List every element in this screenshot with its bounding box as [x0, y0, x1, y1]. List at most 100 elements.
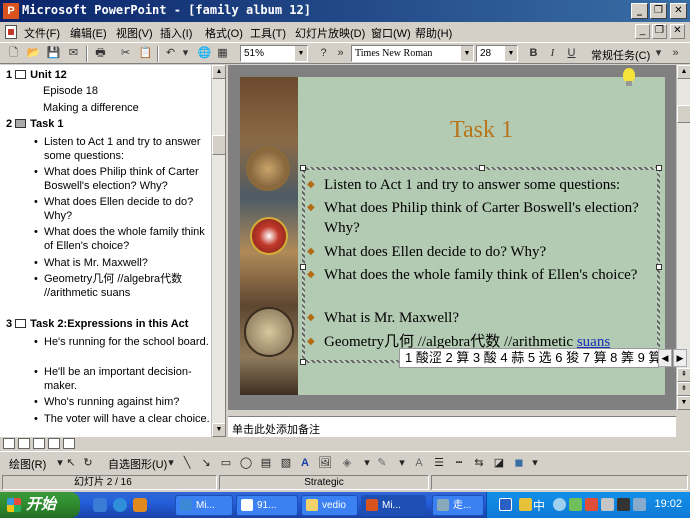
ime-next-icon[interactable]: ▶: [673, 349, 687, 367]
ime-candidate-list[interactable]: 1 酸涩 2 算 3 酸 4 蒜 5 选 6 狻 7 算 8 筭 9 算: [399, 348, 659, 368]
autoshapes-button[interactable]: 自选图形(U): [108, 456, 167, 472]
tray-app-icon[interactable]: [633, 498, 646, 511]
slide-view-icon[interactable]: [33, 438, 45, 449]
input-icon[interactable]: [519, 498, 532, 511]
outline-bullet[interactable]: What does Ellen decide to do? Why?: [34, 195, 212, 223]
ime-icon[interactable]: [499, 498, 512, 511]
outline-bullet[interactable]: Who's running against him?: [34, 395, 212, 409]
start-button[interactable]: 开始: [0, 492, 80, 518]
arrow-style-icon[interactable]: ⇆: [472, 456, 486, 470]
menu-window[interactable]: 窗口(W): [371, 25, 411, 41]
undo-dropdown-icon[interactable]: ▾: [178, 46, 193, 61]
line-icon[interactable]: ╲: [180, 456, 194, 470]
chevron-down-icon[interactable]: ▾: [360, 456, 374, 470]
doc-minimize-button[interactable]: _: [635, 24, 650, 39]
resize-handle[interactable]: [300, 165, 306, 171]
shadow-icon[interactable]: ◪: [492, 456, 506, 470]
slide-bullet[interactable]: What does Philip think of Carter Boswell…: [307, 198, 654, 238]
chevron-down-icon[interactable]: ▾: [528, 456, 542, 470]
common-tasks-button[interactable]: 常规任务(C): [591, 47, 650, 63]
outline-bullet[interactable]: He'll be an important decision-maker.: [34, 365, 212, 393]
network-icon[interactable]: [569, 498, 582, 511]
undo-icon[interactable]: ↶: [163, 46, 178, 61]
textbox-icon[interactable]: ▤: [259, 456, 273, 470]
scroll-thumb[interactable]: [212, 135, 225, 155]
chevron-down-icon[interactable]: ▼: [295, 46, 307, 61]
resize-handle[interactable]: [479, 165, 485, 171]
menu-file[interactable]: 文件(F): [24, 25, 60, 41]
scroll-thumb[interactable]: [677, 105, 690, 123]
chevron-down-icon[interactable]: ▾: [651, 46, 666, 61]
resize-handle[interactable]: [300, 359, 306, 365]
italic-button[interactable]: I: [545, 46, 560, 61]
doc-restore-button[interactable]: ❐: [652, 24, 667, 39]
taskbar-item-active[interactable]: Mi...: [361, 495, 426, 516]
select-arrow-icon[interactable]: ↖: [64, 456, 78, 470]
outline-view-icon[interactable]: [18, 438, 30, 449]
draw-menu-button[interactable]: 绘图(R): [9, 456, 46, 472]
menu-view[interactable]: 视图(V): [116, 25, 153, 41]
slide-bullet[interactable]: Listen to Act 1 and try to answer some q…: [307, 175, 654, 195]
print-icon[interactable]: 🖶: [93, 46, 108, 61]
close-button[interactable]: ✕: [670, 3, 687, 19]
font-name-combo[interactable]: Times New Roman ▼: [351, 45, 474, 62]
outline-slide-2[interactable]: 2 Task 1: [6, 118, 64, 130]
outline-bullet[interactable]: What is Mr. Maxwell?: [34, 256, 212, 270]
ie-icon[interactable]: [113, 498, 127, 512]
paste-icon[interactable]: 📋: [138, 46, 153, 61]
fill-color-icon[interactable]: ◈: [340, 456, 354, 470]
clock[interactable]: 19:02: [654, 498, 682, 510]
scroll-down-icon[interactable]: ▼: [212, 423, 225, 437]
security-icon[interactable]: [585, 498, 598, 511]
rectangle-icon[interactable]: ▭: [219, 456, 233, 470]
menu-slideshow[interactable]: 幻灯片放映(D): [295, 25, 365, 41]
outline-slide-1[interactable]: 1 Unit 12: [6, 69, 67, 81]
font-color-icon[interactable]: A: [412, 456, 426, 470]
outline-bullet[interactable]: Listen to Act 1 and try to answer some q…: [34, 135, 212, 163]
scroll-up-icon[interactable]: ⇞: [677, 368, 690, 382]
menu-tools[interactable]: 工具(T): [250, 25, 286, 41]
scroll-up-icon[interactable]: ▲: [677, 65, 690, 79]
scroll-down-icon[interactable]: ▼: [677, 396, 690, 410]
menu-edit[interactable]: 编辑(E): [70, 25, 107, 41]
chevron-down-icon[interactable]: ▾: [395, 456, 409, 470]
zoom-combo[interactable]: 51% ▼: [240, 45, 308, 62]
bold-button[interactable]: B: [526, 46, 541, 61]
save-icon[interactable]: 💾: [46, 46, 61, 61]
outline-bullet[interactable]: What does Philip think of Carter Boswell…: [34, 165, 212, 193]
outline-bullet[interactable]: What does the whole family think of Elle…: [34, 225, 212, 253]
new-icon[interactable]: 🗋: [6, 46, 21, 61]
resize-handle[interactable]: [656, 165, 662, 171]
chevron-down-icon[interactable]: ▾: [164, 456, 178, 470]
moon-icon[interactable]: [553, 498, 566, 511]
wordart-icon[interactable]: ▧: [279, 456, 293, 470]
3d-icon[interactable]: ◼: [512, 456, 526, 470]
open-icon[interactable]: 📂: [26, 46, 41, 61]
slideshow-icon[interactable]: [63, 438, 75, 449]
slide-sorter-icon[interactable]: [48, 438, 60, 449]
media-icon[interactable]: [133, 498, 147, 512]
resize-handle[interactable]: [656, 264, 662, 270]
chevron-down-icon[interactable]: ▼: [505, 46, 517, 61]
arrow-icon[interactable]: ↘: [199, 456, 213, 470]
rotate-icon[interactable]: ↻: [81, 456, 95, 470]
clipart-icon[interactable]: 🖼: [318, 456, 332, 470]
menu-format[interactable]: 格式(O): [205, 25, 243, 41]
outline-pane[interactable]: 1 Unit 12 Episode 18 Making a difference …: [0, 65, 226, 437]
outline-bullet[interactable]: Geometry几何 //algebra代数 //arithmetic suan…: [34, 272, 212, 300]
line-color-icon[interactable]: ✎: [375, 456, 389, 470]
maximize-button[interactable]: ❐: [650, 3, 667, 19]
wordart-a-icon[interactable]: A: [298, 456, 312, 470]
dash-style-icon[interactable]: ┅: [452, 456, 466, 470]
hyperlink-icon[interactable]: 🌐: [197, 46, 212, 61]
outline-scrollbar[interactable]: ▲ ▼: [211, 65, 225, 437]
volume-icon[interactable]: [601, 498, 614, 511]
doc-close-button[interactable]: ✕: [670, 24, 685, 39]
outline-bullet[interactable]: He's running for the school board.: [34, 335, 212, 349]
menu-insert[interactable]: 插入(I): [160, 25, 192, 41]
monitor-icon[interactable]: [617, 498, 630, 511]
slide-bullet[interactable]: What does the whole family think of Elle…: [307, 265, 654, 285]
font-size-combo[interactable]: 28 ▼: [476, 45, 518, 62]
table-icon[interactable]: ▦: [215, 46, 230, 61]
line-style-icon[interactable]: ☰: [432, 456, 446, 470]
